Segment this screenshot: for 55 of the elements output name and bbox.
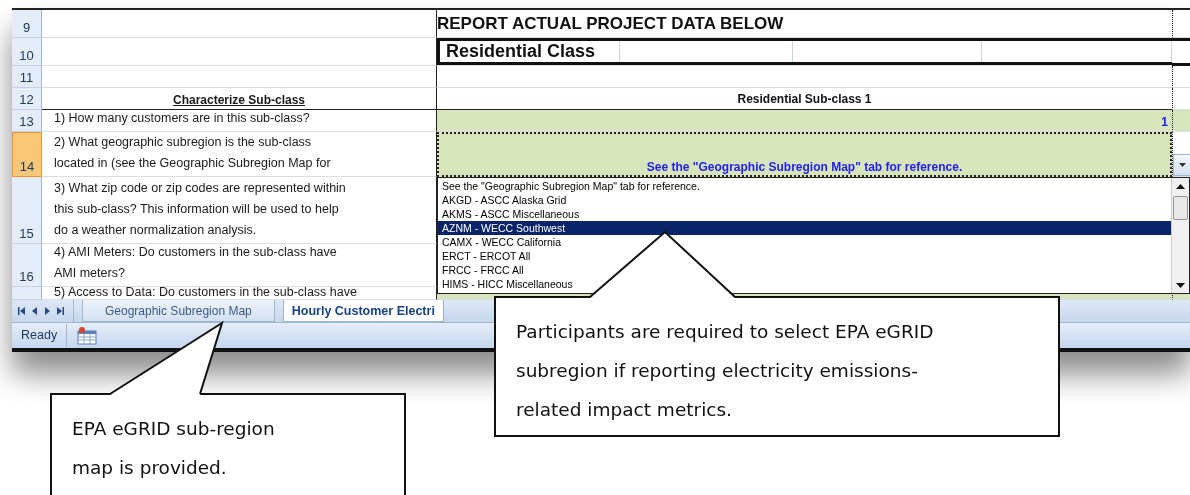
- row-number[interactable]: 15: [12, 177, 42, 244]
- scroll-up-icon[interactable]: [1176, 183, 1185, 189]
- sheet-cell[interactable]: [42, 10, 437, 38]
- dropdown-option[interactable]: AKMS - ASCC Miscellaneous: [438, 207, 1171, 221]
- sheet-tab[interactable]: Geographic Subregion Map: [82, 300, 275, 322]
- row-number[interactable]: 9: [12, 10, 42, 38]
- status-text: Ready: [12, 324, 68, 347]
- row-number[interactable]: 10: [12, 38, 42, 66]
- dropdown-option[interactable]: HIMS - HICC Miscellaneous: [438, 277, 1171, 291]
- sheet-cell[interactable]: Characterize Sub-class: [42, 88, 437, 110]
- question-text: this sub-class? This information will be used to help: [54, 201, 340, 218]
- question-text: 4) AMI Meters: Do customers in the sub-class have: [54, 244, 338, 261]
- question-text: 2) What geographic subregion is the sub-class: [54, 134, 313, 151]
- question-text: 3) What zip code or zip codes are represented within: [54, 180, 347, 197]
- column-heading: Characterize Sub-class: [172, 93, 306, 107]
- sheet-cell[interactable]: REPORT ACTUAL PROJECT DATA BELOW: [437, 10, 1172, 38]
- answer-cell[interactable]: 1: [437, 110, 1172, 132]
- next-sheet-icon[interactable]: [44, 306, 52, 316]
- dropdown-option[interactable]: AKGD - ASCC Alaska Grid: [438, 193, 1171, 207]
- row-number[interactable]: 11: [12, 66, 42, 88]
- page-layout-icon[interactable]: [77, 326, 98, 345]
- row-number[interactable]: 13: [12, 110, 42, 132]
- report-title: REPORT ACTUAL PROJECT DATA BELOW: [437, 14, 784, 35]
- sheet-cell[interactable]: [1172, 38, 1190, 66]
- sheet-cell[interactable]: [42, 66, 437, 88]
- previous-sheet-icon[interactable]: [31, 306, 39, 316]
- dropdown-button[interactable]: [1173, 154, 1190, 176]
- callout-text: EPA eGRID sub-region map is provided.: [72, 417, 276, 480]
- question-text: AMI meters?: [54, 265, 126, 282]
- question-text: 5) Access to Data: Do customers in the sub-class have: [54, 287, 358, 299]
- dropdown-option[interactable]: CAMX - WECC California: [438, 235, 1171, 249]
- dropdown-option[interactable]: AZNM - WECC Southwest: [438, 221, 1171, 235]
- dropdown-option[interactable]: ERCT - ERCOT All: [438, 249, 1171, 263]
- column-heading: Residential Sub-class 1: [736, 92, 873, 108]
- scrollbar-thumb[interactable]: [1173, 196, 1188, 220]
- first-sheet-icon[interactable]: [18, 306, 26, 316]
- last-sheet-icon[interactable]: [57, 306, 65, 316]
- row-number[interactable]: 16: [12, 244, 42, 287]
- sheet-tab[interactable]: Hourly Customer Electri: [282, 300, 444, 322]
- sheet-cell[interactable]: 2) What geographic subregion is the sub-class located in (see the Geographic Subregion Map for: [42, 132, 437, 177]
- question-text: do a weather normalization analysis.: [54, 222, 258, 239]
- sheet-cell[interactable]: [42, 38, 437, 66]
- caret-icon: [1178, 163, 1186, 167]
- sheet-cell[interactable]: 4) AMI Meters: Do customers in the sub-class have AMI meters?: [42, 244, 437, 287]
- row-number[interactable]: 14: [12, 132, 42, 177]
- question-text: located in (see the Geographic Subregion Map for: [54, 155, 332, 172]
- callout-text: Participants are required to select EPA eGRID subregion if reporting electricity emissions- related impact metrics.: [516, 320, 935, 422]
- sheet-cell[interactable]: Residential Class: [437, 38, 1172, 66]
- answer-cell[interactable]: See the "Geographic Subregion Map" tab for reference.: [437, 132, 1172, 177]
- row-number[interactable]: 12: [12, 88, 42, 110]
- class-title: Residential Class: [445, 41, 596, 62]
- sheet-cell[interactable]: 1) How many customers are in this sub-class?: [42, 110, 437, 132]
- dropdown-option[interactable]: FRCC - FRCC All: [438, 263, 1171, 277]
- dropdown-option[interactable]: See the "Geographic Subregion Map" tab for reference.: [438, 179, 1171, 193]
- question-text: 1) How many customers are in this sub-class?: [54, 110, 311, 127]
